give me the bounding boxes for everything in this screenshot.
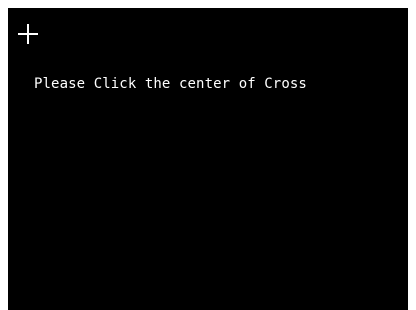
- cross-vertical-bar: [27, 24, 29, 44]
- calibration-instruction: Please Click the center of Cross: [34, 76, 307, 92]
- crosshair-plus-icon[interactable]: [18, 24, 38, 44]
- calibration-screen[interactable]: Please Click the center of Cross: [8, 8, 408, 310]
